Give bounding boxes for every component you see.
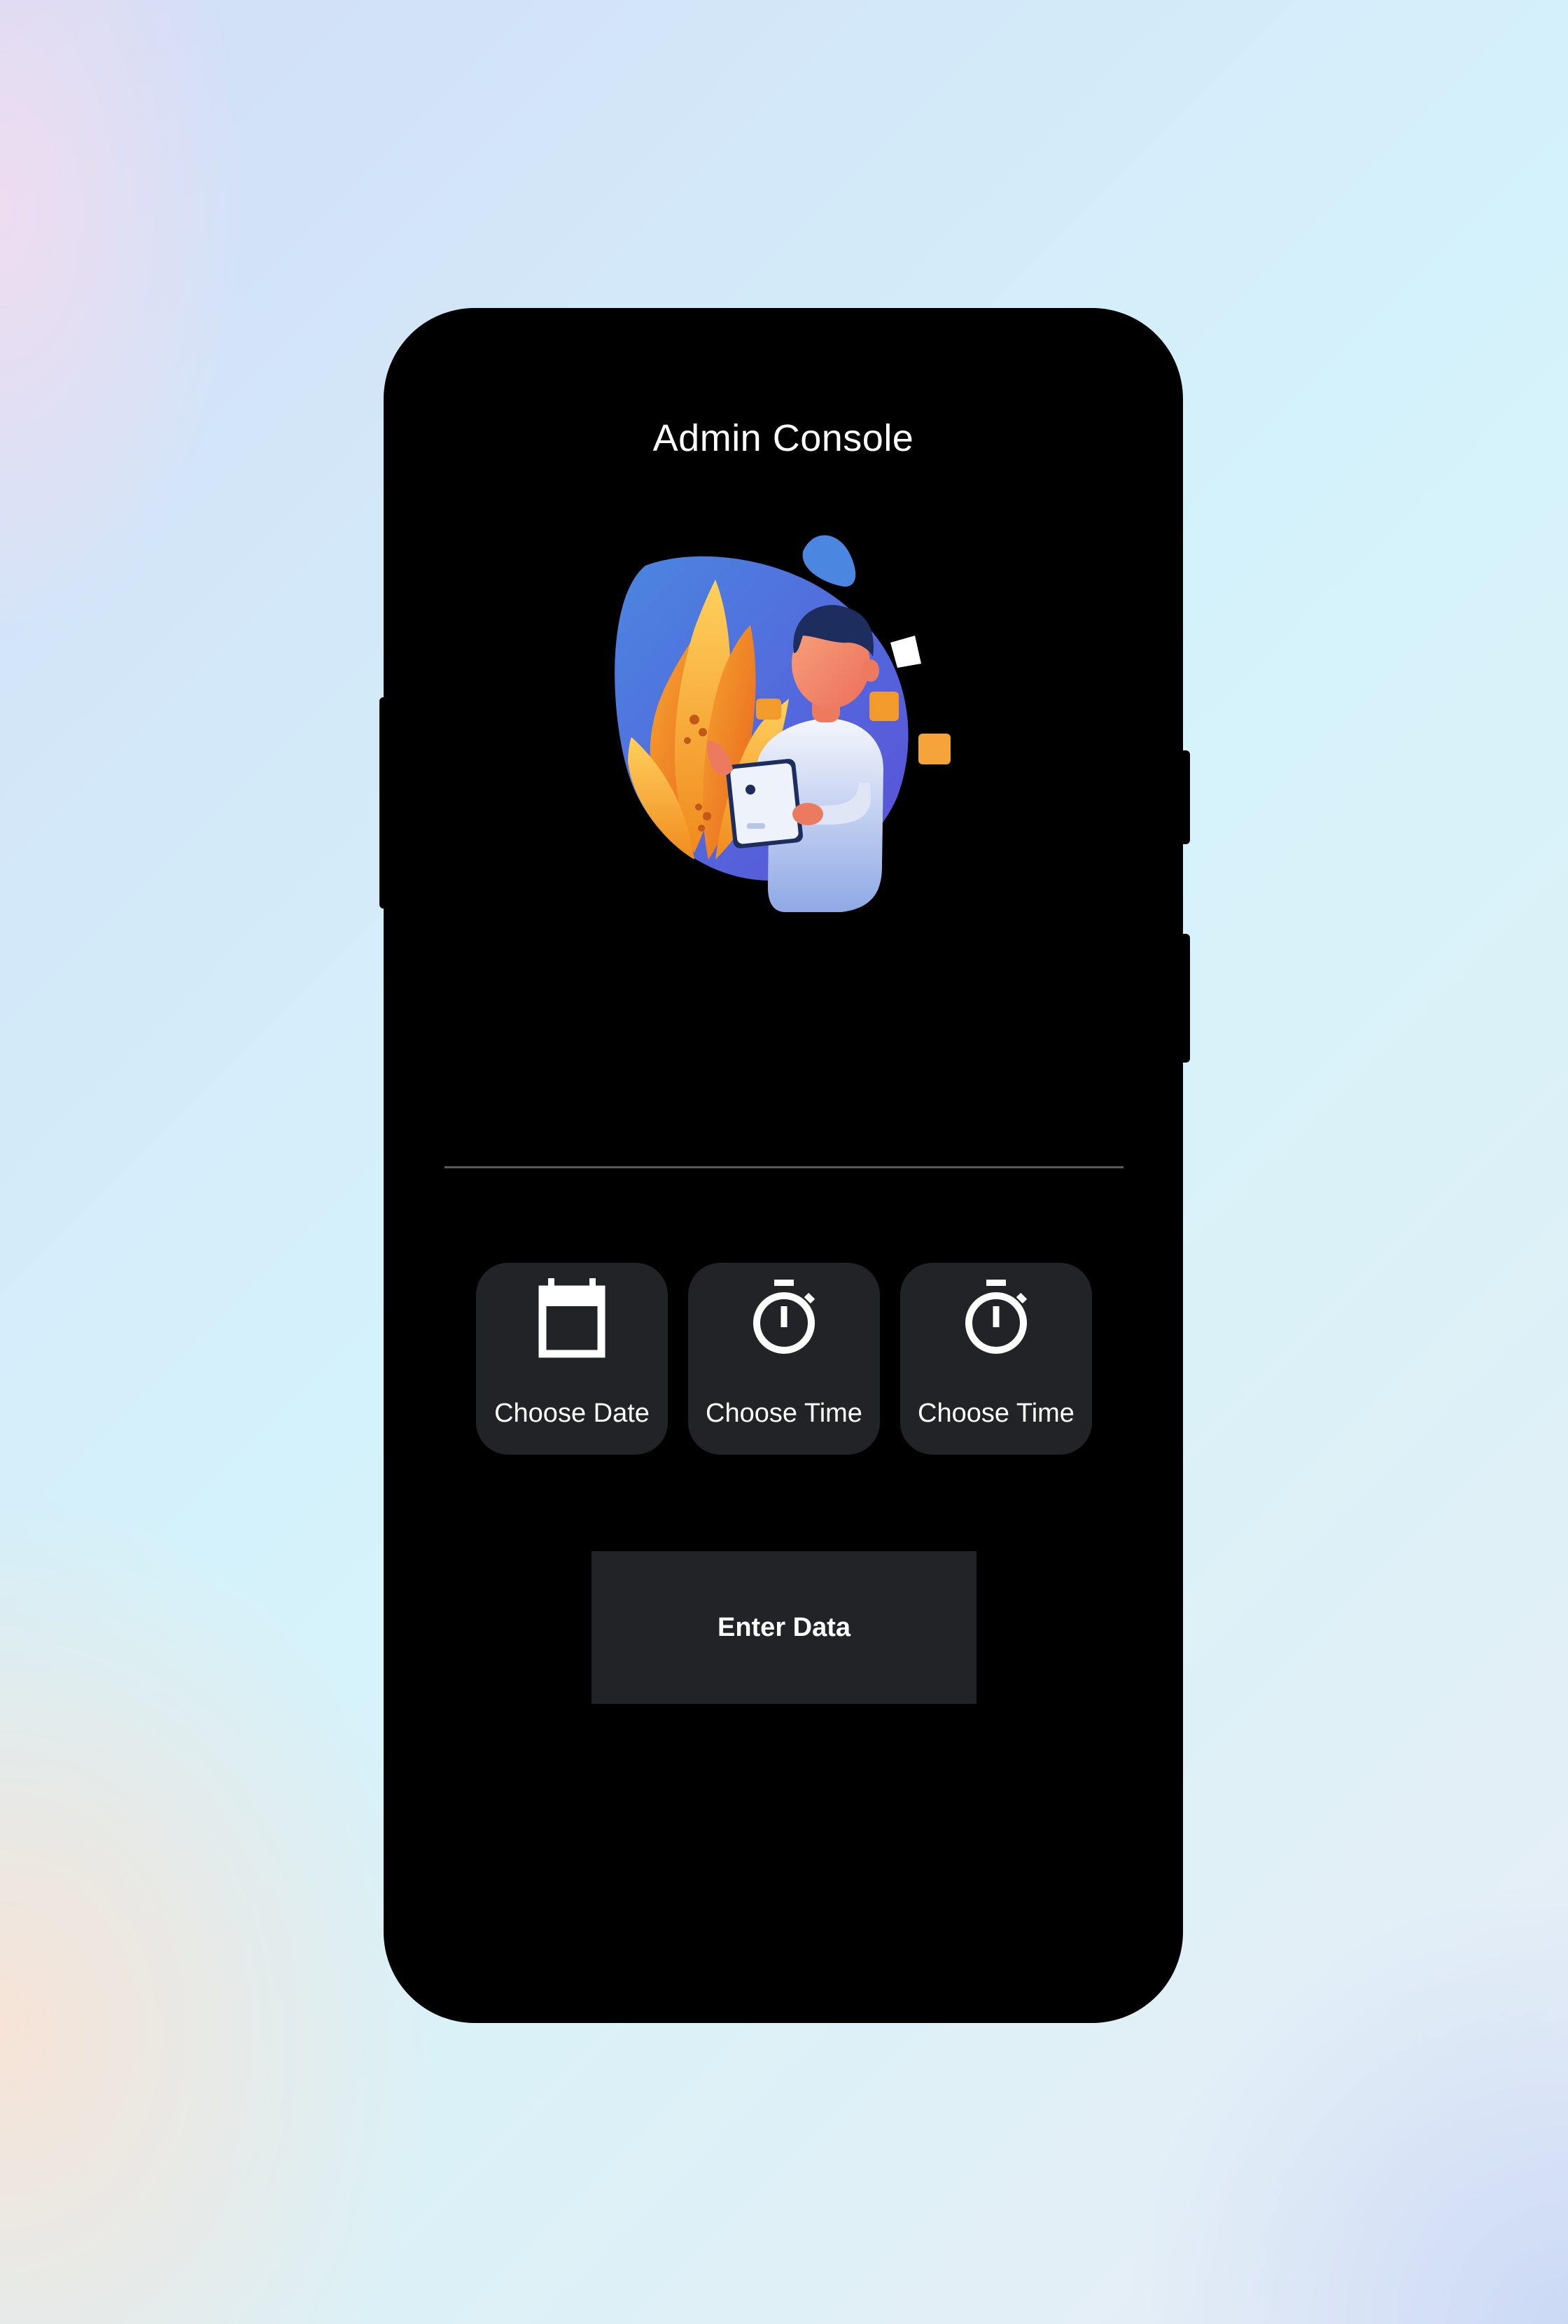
choose-time-start-button[interactable]: Choose Time [688, 1263, 880, 1455]
person-with-tablet-illustration [615, 535, 951, 912]
page-title: Admin Console [652, 417, 914, 459]
enter-data-button[interactable]: Enter Data [592, 1551, 976, 1704]
choose-time-start-label: Choose Time [706, 1399, 862, 1428]
section-divider [444, 1166, 1124, 1168]
choose-time-end-label: Choose Time [918, 1399, 1074, 1428]
phone-screen: Admin Console Choose Date Choose Time Ch… [384, 308, 1183, 2023]
choose-date-label: Choose Date [494, 1399, 650, 1428]
calendar-icon [538, 1278, 606, 1358]
stopwatch-icon [753, 1280, 816, 1354]
stopwatch-icon [965, 1280, 1028, 1354]
choose-time-end-button[interactable]: Choose Time [900, 1263, 1092, 1455]
choose-date-button[interactable]: Choose Date [476, 1263, 668, 1455]
